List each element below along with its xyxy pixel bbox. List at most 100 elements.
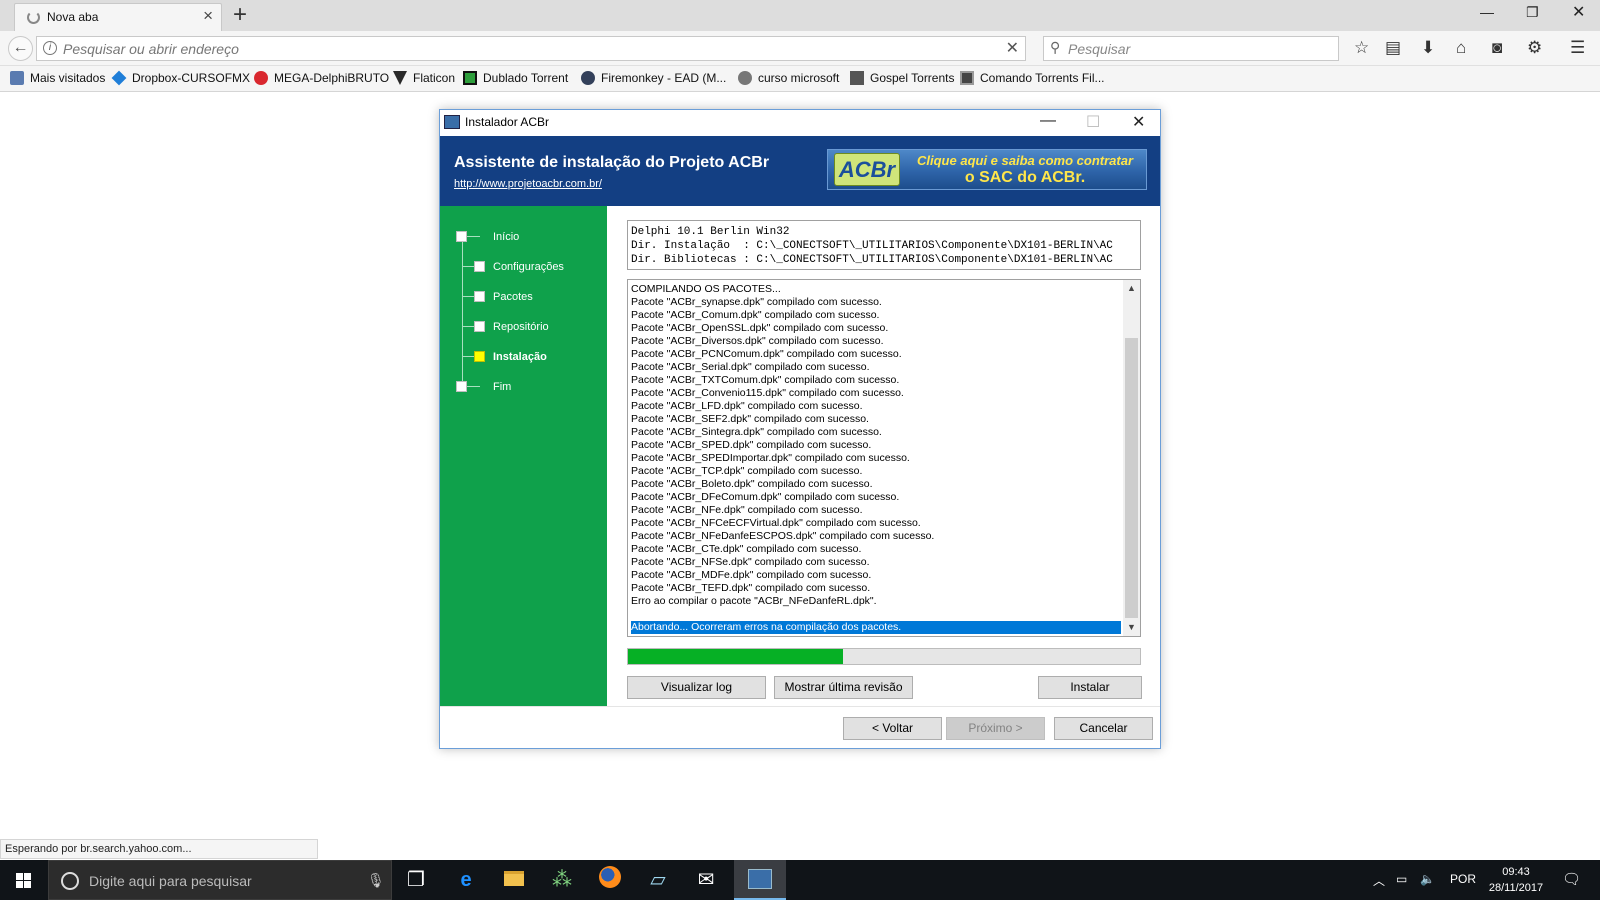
close-window-icon[interactable]: ✕ [1572, 2, 1585, 22]
restore-icon[interactable]: ❐ [1526, 4, 1539, 21]
browser-tab[interactable]: Nova aba × [14, 3, 222, 31]
bookmark-star-icon[interactable]: ☆ [1354, 38, 1369, 58]
step-instalacao: Instalação [493, 351, 547, 363]
extension-icon[interactable]: ⚙ [1527, 38, 1542, 58]
log-line: Pacote "ACBr_Serial.dpk" compilado com s… [631, 361, 870, 373]
bookmarks-bar: Mais visitados Dropbox-CURSOFMX MEGA-Del… [0, 66, 1600, 92]
tray-chevron-icon[interactable]: ︿ [1373, 872, 1385, 889]
back-icon[interactable]: ← [8, 36, 33, 61]
app-grid-icon[interactable]: ⁂ [548, 866, 576, 894]
tab-close-icon[interactable]: × [203, 7, 213, 25]
log-line: Pacote "ACBr_Comum.dpk" compilado com su… [631, 309, 880, 321]
bookmark-item[interactable]: Mais visitados [10, 71, 105, 85]
menu-icon[interactable]: ☰ [1570, 38, 1585, 58]
bookmark-item[interactable]: curso microsoft [738, 71, 839, 85]
dropbox-icon [111, 70, 127, 86]
info-line: Dir. Instalação : C:\_CONECTSOFT\_UTILIT… [631, 240, 1113, 252]
bookmark-item[interactable]: Gospel Torrents [850, 71, 955, 85]
log-line: Pacote "ACBr_Diversos.dpk" compilado com… [631, 335, 884, 347]
minimize-icon[interactable]: — [1480, 4, 1494, 20]
network-icon[interactable]: ▭ [1396, 872, 1407, 886]
step-fim: Fim [493, 381, 512, 393]
bookmark-item[interactable]: Dropbox-CURSOFMX [111, 70, 250, 86]
file-explorer-icon[interactable] [500, 866, 528, 894]
scroll-up-icon[interactable]: ▲ [1123, 280, 1140, 297]
pocket-icon[interactable]: ◙ [1492, 38, 1502, 58]
log-scrollbar[interactable]: ▲ ▼ [1123, 280, 1140, 636]
log-line: COMPILANDO OS PACOTES... [631, 283, 781, 295]
language-indicator[interactable]: POR [1450, 872, 1476, 886]
log-line: Erro ao compilar o pacote "ACBr_NFeDanfe… [631, 595, 877, 607]
download-icon[interactable]: ⬇ [1421, 38, 1435, 58]
installer-app-icon [748, 869, 772, 889]
install-progress-bar [627, 648, 1141, 665]
info-line: Delphi 10.1 Berlin Win32 [631, 226, 790, 238]
search-bar[interactable]: ⚲ Pesquisar [1043, 36, 1339, 61]
log-line: Pacote "ACBr_DFeComum.dpk" compilado com… [631, 491, 900, 503]
info-icon[interactable]: i [43, 41, 57, 55]
step-marker-configuracoes [474, 261, 485, 272]
reading-list-icon[interactable]: ▤ [1385, 38, 1401, 58]
bookmark-item[interactable]: Flaticon [393, 71, 455, 85]
bookmark-item[interactable]: MEGA-DelphiBRUTO [254, 71, 389, 85]
log-line: Pacote "ACBr_PCNComum.dpk" compilado com… [631, 348, 902, 360]
banner-line2: o SAC do ACBr. [964, 169, 1086, 186]
task-view-icon[interactable]: ❐ [402, 866, 430, 894]
clock-date: 28/11/2017 [1488, 882, 1544, 894]
volume-icon[interactable]: 🔈 [1420, 872, 1435, 886]
log-line: Pacote "ACBr_TCP.dpk" compilado com suce… [631, 465, 863, 477]
log-line-selected[interactable]: Abortando... Ocorreram erros na compilaç… [631, 621, 1121, 634]
banner-line1: Clique aqui e saiba como contratar [917, 153, 1133, 168]
clear-url-icon[interactable]: ✕ [1006, 38, 1019, 58]
firefox-icon[interactable] [596, 866, 624, 894]
bookmark-item[interactable]: Comando Torrents Fil... [960, 71, 1105, 85]
acbr-logo: ACBr [834, 153, 900, 186]
project-link[interactable]: http://www.projetoacbr.com.br/ [454, 178, 602, 190]
view-log-button[interactable]: Visualizar log [627, 676, 766, 699]
comando-icon [960, 71, 974, 85]
log-line: Pacote "ACBr_SEF2.dpk" compilado com suc… [631, 413, 869, 425]
new-tab-icon[interactable]: + [233, 1, 247, 29]
taskbar: Digite aqui para pesquisar 🎙 ❐ e ⁂ ▱ ✉ ︿… [0, 860, 1600, 900]
gospel-icon [850, 71, 864, 85]
installer-dialog: Instalador ACBr — ☐ ✕ Assistente de inst… [439, 109, 1161, 749]
log-line: Pacote "ACBr_TXTComum.dpk" compilado com… [631, 374, 900, 386]
mega-icon [254, 71, 268, 85]
install-button[interactable]: Instalar [1038, 676, 1142, 699]
log-line: Pacote "ACBr_NFSe.dpk" compilado com suc… [631, 556, 870, 568]
taskbar-search[interactable]: Digite aqui para pesquisar 🎙 [48, 860, 392, 900]
windows-icon [16, 873, 31, 888]
torrent-icon [463, 71, 477, 85]
notifications-icon[interactable]: 🗨 [1562, 870, 1581, 888]
app-icon [444, 115, 460, 129]
show-revision-button[interactable]: Mostrar última revisão [774, 676, 913, 699]
dialog-minimize-icon[interactable]: — [1040, 112, 1056, 130]
step-marker-instalacao [474, 351, 485, 362]
compile-log[interactable]: COMPILANDO OS PACOTES... Pacote "ACBr_syn… [627, 279, 1141, 637]
mail-icon[interactable]: ✉ [692, 866, 720, 894]
home-icon[interactable]: ⌂ [1456, 38, 1466, 58]
dialog-close-icon[interactable]: ✕ [1132, 112, 1145, 132]
log-line: Pacote "ACBr_NFCeECFVirtual.dpk" compila… [631, 517, 921, 529]
taskbar-search-placeholder: Digite aqui para pesquisar [89, 873, 252, 889]
start-button[interactable] [0, 860, 48, 900]
url-bar[interactable]: i Pesquisar ou abrir endereço ✕ [36, 36, 1026, 61]
dialog-titlebar[interactable]: Instalador ACBr — ☐ ✕ [440, 110, 1160, 136]
log-lines: COMPILANDO OS PACOTES... Pacote "ACBr_syn… [631, 283, 1121, 634]
step-inicio: Início [493, 231, 520, 243]
bookmark-item[interactable]: Dublado Torrent [463, 71, 568, 85]
step-pacotes: Pacotes [493, 291, 533, 303]
step-repositorio: Repositório [493, 321, 549, 333]
bookmark-item[interactable]: Firemonkey - EAD (M... [581, 71, 726, 85]
microphone-icon[interactable]: 🎙 [367, 872, 385, 889]
notes-icon[interactable]: ▱ [644, 866, 672, 894]
folder-icon [10, 71, 24, 85]
sac-banner[interactable]: ACBr Clique aqui e saiba como contratar … [827, 149, 1147, 190]
scroll-down-icon[interactable]: ▼ [1123, 619, 1140, 636]
back-button[interactable]: < Voltar [843, 717, 942, 740]
taskbar-installer-app[interactable] [734, 860, 786, 900]
scroll-thumb[interactable] [1125, 338, 1138, 618]
clock[interactable]: 09:43 28/11/2017 [1480, 864, 1552, 896]
cancel-button[interactable]: Cancelar [1054, 717, 1153, 740]
edge-icon[interactable]: e [452, 866, 480, 894]
